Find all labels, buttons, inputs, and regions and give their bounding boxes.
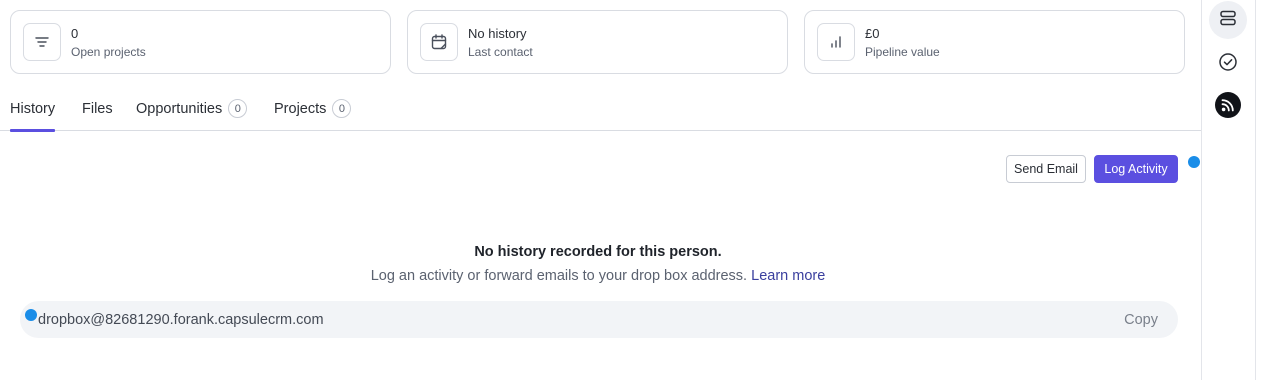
- stat-value: 0: [71, 25, 79, 41]
- dropbox-address-bar: dropbox@82681290.forank.capsulecrm.com C…: [20, 301, 1178, 338]
- empty-state-title: No history recorded for this person.: [474, 244, 722, 260]
- right-sidebar: [1201, 0, 1255, 380]
- stat-card-pipeline-value[interactable]: £0 Pipeline value: [804, 10, 1185, 74]
- tab-label: History: [10, 100, 56, 117]
- tab-opportunities[interactable]: Opportunities 0: [136, 86, 248, 131]
- empty-state-text: Log an activity or forward emails to you…: [370, 268, 748, 284]
- tab-count-badge: 0: [332, 99, 352, 118]
- dropbox-address[interactable]: dropbox@82681290.forank.capsulecrm.com: [38, 312, 324, 328]
- stat-card-last-contact[interactable]: No history Last contact: [407, 10, 788, 74]
- stat-label: Pipeline value: [865, 44, 940, 59]
- sidebar-item-feed[interactable]: [1209, 88, 1247, 126]
- tab-history[interactable]: History: [10, 86, 56, 132]
- feed-icon: [1215, 91, 1241, 123]
- bar-chart-icon: [817, 23, 855, 61]
- calendar-icon: [420, 23, 458, 61]
- sidebar-item-tasks[interactable]: [1209, 45, 1247, 83]
- indicator-dot: [1188, 156, 1200, 168]
- stat-label: Open projects: [71, 44, 146, 59]
- tab-projects[interactable]: Projects 0: [274, 86, 352, 131]
- empty-state-description: Log an activity or forward emails to you…: [0, 268, 1196, 284]
- stat-value: £0: [865, 25, 880, 41]
- window-edge-divider: [1255, 0, 1256, 380]
- tab-files[interactable]: Files: [82, 86, 113, 131]
- contact-history-panel: 0 Open projects No history Last contact: [0, 0, 1262, 380]
- stacked-rows-icon: [1219, 9, 1237, 32]
- tab-label: Files: [82, 100, 113, 117]
- log-activity-button[interactable]: Log Activity: [1094, 155, 1178, 183]
- stat-label: Last contact: [468, 44, 533, 59]
- tab-count-badge: 0: [228, 99, 248, 118]
- sidebar-item-details[interactable]: [1209, 1, 1247, 39]
- list-lines-icon: [23, 23, 61, 61]
- copy-button[interactable]: Copy: [1124, 312, 1158, 328]
- send-email-button[interactable]: Send Email: [1006, 155, 1086, 183]
- stat-card-open-projects[interactable]: 0 Open projects: [10, 10, 391, 74]
- stat-cards: 0 Open projects No history Last contact: [10, 10, 1185, 74]
- learn-more-link[interactable]: Learn more: [751, 268, 825, 284]
- stat-value: No history: [468, 25, 527, 41]
- tab-bar: History Files Opportunities 0 Projects 0: [0, 86, 1201, 132]
- indicator-dot: [25, 309, 37, 321]
- check-circle-icon: [1218, 52, 1238, 77]
- tab-label: Projects: [274, 100, 327, 117]
- tab-label: Opportunities: [136, 100, 223, 117]
